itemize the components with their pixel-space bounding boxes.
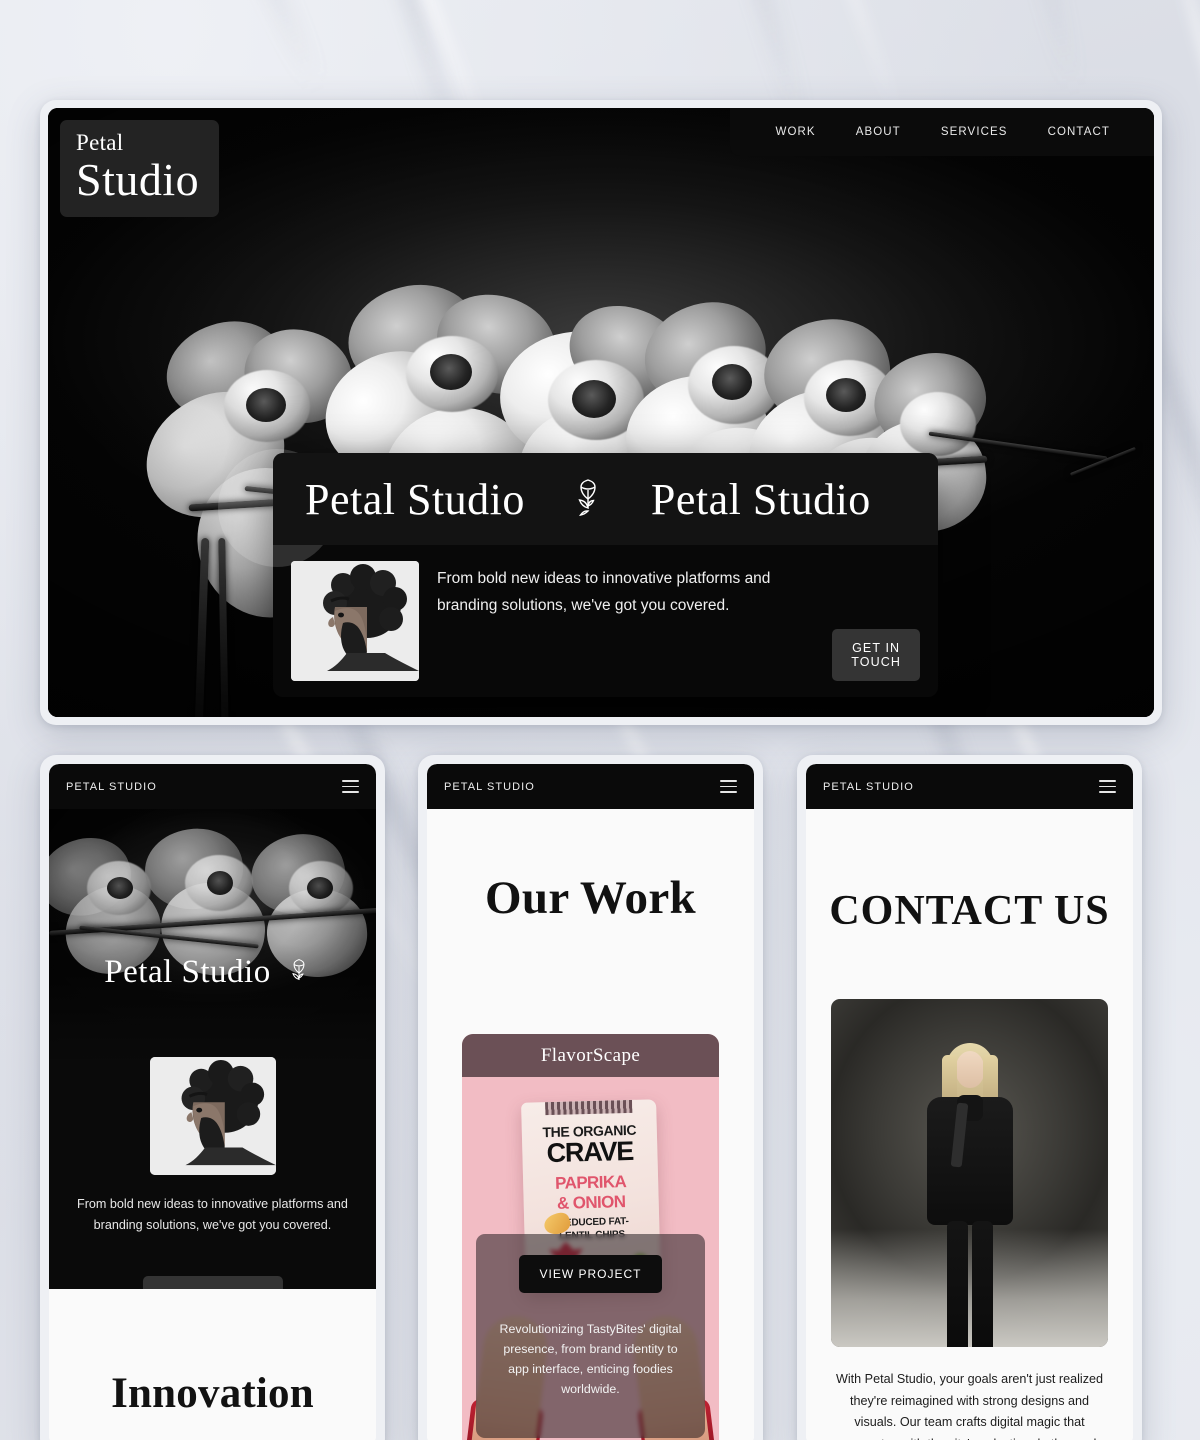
bearded-man-portrait-image	[291, 561, 419, 681]
phone3-brand: PETAL STUDIO	[823, 780, 914, 793]
phone1-topbar: PETAL STUDIO	[49, 764, 376, 809]
bag-crimp	[544, 1099, 632, 1116]
marquee-word-2: Petal Studio	[650, 474, 871, 524]
hero-marquee: Petal Studio Petal Studio	[273, 453, 938, 545]
hero-tagline: From bold new ideas to innovative platfo…	[437, 570, 771, 615]
phone1-screen: PETAL STUDIO Petal Studio From bold new …	[49, 764, 376, 1440]
phone2-body: Our Work FlavorScape THE ORGANIC CRAVE P…	[427, 809, 754, 1440]
tulip-icon	[291, 958, 305, 980]
nav-link-about[interactable]: ABOUT	[836, 126, 921, 138]
hero-section: WORK ABOUT SERVICES CONTACT Petal Studio…	[48, 108, 1154, 717]
model-face	[955, 1051, 984, 1088]
view-project-button[interactable]: VIEW PROJECT	[519, 1255, 662, 1293]
get-in-touch-button[interactable]: GET IN TOUCH	[142, 1276, 283, 1289]
hamburger-menu-icon[interactable]	[341, 777, 360, 795]
desktop-mockup-frame: WORK ABOUT SERVICES CONTACT Petal Studio…	[40, 100, 1162, 725]
bearded-man-portrait-image	[149, 1057, 276, 1175]
hamburger-menu-icon[interactable]	[719, 777, 738, 795]
phone1-hero-title-row: Petal Studio	[49, 954, 376, 991]
phone2-brand: PETAL STUDIO	[444, 780, 535, 793]
hero-actions: GET IN TOUCH	[832, 561, 920, 681]
avatar	[291, 561, 419, 681]
tulip-icon	[578, 479, 596, 516]
hero-panel-body: From bold new ideas to innovative platfo…	[273, 545, 938, 697]
contact-photo	[831, 999, 1108, 1347]
phone1-brand: PETAL STUDIO	[66, 780, 157, 793]
model-trousers	[944, 1221, 996, 1347]
logo-line-1: Petal	[76, 130, 124, 155]
phone3-body: CONTACT US With Petal Studio, your goals…	[806, 809, 1133, 1440]
project-overlay: VIEW PROJECT Revolutionizing TastyBites'…	[476, 1234, 705, 1438]
marquee-track: Petal Studio Petal Studio	[273, 474, 871, 525]
phone1-next-section: Innovation	[49, 1289, 376, 1440]
hamburger-menu-icon[interactable]	[1098, 777, 1117, 795]
phone3-heading: CONTACT US	[829, 888, 1110, 934]
nav-link-work[interactable]: WORK	[756, 126, 836, 138]
packshot-line-2: CRAVE	[545, 1135, 634, 1169]
project-name: FlavorScape	[462, 1034, 719, 1077]
nav-link-services[interactable]: SERVICES	[921, 126, 1028, 138]
phone-mockup-work: PETAL STUDIO Our Work FlavorScape THE OR…	[418, 755, 763, 1440]
project-description: Revolutionizing TastyBites' digital pres…	[499, 1322, 682, 1397]
phone2-screen: PETAL STUDIO Our Work FlavorScape THE OR…	[427, 764, 754, 1440]
phone1-hero: Petal Studio From bold new ideas to inno…	[49, 809, 376, 1289]
hero-panel: Petal Studio Petal Studio From bold new …	[218, 449, 938, 697]
marquee-word-1: Petal Studio	[305, 474, 525, 524]
desktop-screen: WORK ABOUT SERVICES CONTACT Petal Studio…	[48, 108, 1154, 717]
phone1-section-heading: Innovation	[111, 1370, 314, 1417]
phone2-heading: Our Work	[485, 872, 696, 924]
phone3-topbar: PETAL STUDIO	[806, 764, 1133, 809]
phone1-hero-title: Petal Studio	[104, 954, 271, 990]
contact-body-text: With Petal Studio, your goals aren't jus…	[835, 1372, 1103, 1440]
nav-link-contact[interactable]: CONTACT	[1028, 126, 1130, 138]
main-navigation: WORK ABOUT SERVICES CONTACT	[729, 108, 1154, 156]
project-card[interactable]: FlavorScape THE ORGANIC CRAVE PAPRIKA & …	[462, 1034, 719, 1440]
phone3-screen: PETAL STUDIO CONTACT US With Petal Studi…	[806, 764, 1133, 1440]
phone2-topbar: PETAL STUDIO	[427, 764, 754, 809]
avatar	[149, 1057, 276, 1175]
logo-line-2: Studio	[76, 154, 200, 205]
phone-mockup-home: PETAL STUDIO Petal Studio From bold new …	[40, 755, 385, 1440]
packshot-line-4: & ONION	[556, 1192, 626, 1213]
phone-mockup-contact: PETAL STUDIO CONTACT US With Petal Studi…	[797, 755, 1142, 1440]
get-in-touch-button[interactable]: GET IN TOUCH	[832, 629, 920, 681]
phone1-tagline: From bold new ideas to innovative platfo…	[77, 1197, 348, 1232]
site-logo[interactable]: Petal Studio	[60, 120, 220, 217]
